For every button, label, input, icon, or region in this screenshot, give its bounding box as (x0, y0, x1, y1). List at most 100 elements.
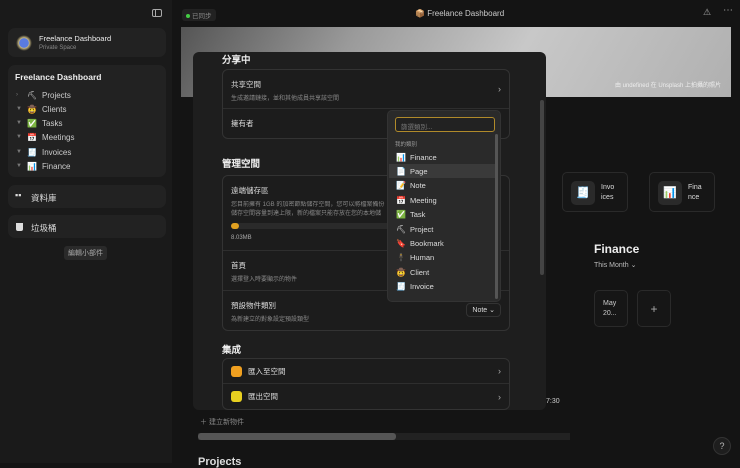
more-menu-icon[interactable]: ⋯ (723, 5, 733, 16)
export-label: 匯出空間 (248, 392, 278, 401)
type-icon: 📄 (396, 166, 406, 176)
new-object-button[interactable]: ＋ 建立新物件 (200, 417, 244, 427)
cowboy-icon: 🤠 (27, 104, 37, 114)
trash-label: 垃圾桶 (31, 223, 57, 233)
modal-scrollbar[interactable] (540, 100, 544, 275)
type-option-task[interactable]: ✅ Task (389, 208, 495, 222)
scrollbar-thumb[interactable] (198, 433, 396, 440)
type-icon: 📝 (396, 181, 406, 191)
finance-title: Finance (594, 242, 640, 256)
type-icon: 📅 (396, 195, 406, 205)
type-option-finance[interactable]: 📊 Finance (389, 150, 495, 164)
projects-section-title: Projects (198, 456, 242, 468)
page-title: 📦 Freelance Dashboard (415, 9, 504, 18)
horizontal-scrollbar[interactable] (198, 433, 570, 440)
sidebar-item-invoices[interactable]: ▼ 🧾 Invoices (16, 147, 71, 157)
cover-credit: 由 undefined 在 Unsplash 上拍攝的照片 (614, 83, 721, 89)
chevron-right-icon: › (498, 366, 501, 376)
widget-finance[interactable]: 📊 Fina nce (649, 172, 715, 212)
workspace-name: Freelance Dashboard (39, 34, 112, 43)
type-option-human[interactable]: 🕴 Human (389, 251, 495, 265)
type-option-note[interactable]: 📝 Note (389, 179, 495, 193)
grid-icon: ▪▪ (15, 190, 22, 200)
dropdown-scrollbar[interactable] (495, 134, 498, 299)
type-dropdown: 篩選類別... 我的類別 📊 Finance 📄 Page 📝 Note 📅 Meeting ✅… (387, 110, 501, 302)
workspace-switcher[interactable]: Freelance Dashboard Private Space (8, 28, 166, 57)
chart-icon: 📊 (27, 161, 37, 171)
sidebar-item-tasks[interactable]: ▼ ✅ Tasks (16, 118, 62, 128)
sync-status[interactable]: 已同步 (182, 9, 216, 21)
library-label: 資料庫 (31, 193, 57, 203)
sidebar-item-label: Invoices (42, 147, 72, 157)
type-icon: ⛏ (395, 224, 407, 234)
sidebar-item-label: Clients (42, 104, 67, 114)
type-label: Project (410, 224, 434, 234)
type-option-bookmark[interactable]: 🔖 Bookmark (389, 236, 495, 250)
export-icon (231, 391, 242, 402)
sidebar-item-label: Projects (42, 90, 71, 100)
type-option-project[interactable]: ⛏ Project (389, 222, 495, 236)
sidebar-item-clients[interactable]: ▼ 🤠 Clients (16, 104, 66, 114)
manage-title: 管理空間 (222, 159, 261, 170)
sidebar-item-label: Tasks (42, 118, 63, 128)
trash-button[interactable]: 垃圾桶 (8, 215, 166, 238)
finance-card[interactable]: May 20... (594, 290, 628, 327)
type-label: Human (410, 253, 435, 263)
sidebar-item-label: Meetings (42, 132, 75, 142)
sidebar-item-projects[interactable]: › ⛏ Projects (16, 90, 71, 100)
sync-dot-icon (186, 14, 190, 18)
type-label: Client (410, 267, 430, 277)
page-title-text: Freelance Dashboard (427, 9, 505, 18)
default-type-select[interactable]: Note ⌄ (466, 303, 501, 317)
graph-icon[interactable]: ⚠ (703, 7, 711, 18)
dropdown-group-label: 我的類別 (395, 142, 418, 148)
type-label: Finance (410, 152, 437, 162)
type-label: Task (410, 210, 426, 220)
receipt-icon: 🧾 (27, 147, 37, 157)
integrations-group: 匯入至空間 › 匯出空間 › (222, 358, 510, 410)
type-label: Meeting (410, 195, 437, 205)
export-row[interactable]: 匯出空間 › (223, 384, 509, 409)
box-icon: 📦 (415, 9, 425, 18)
type-option-client[interactable]: 🤠 Client (389, 265, 495, 279)
import-label: 匯入至空間 (248, 366, 286, 376)
type-label: Page (410, 166, 428, 176)
type-icon: 🧾 (396, 282, 406, 292)
type-option-meeting[interactable]: 📅 Meeting (389, 193, 495, 207)
type-option-page[interactable]: 📄 Page (389, 164, 495, 179)
widget-label: Fina nce (688, 184, 702, 201)
chevron-right-icon: › (498, 84, 501, 94)
sidebar-item-finance[interactable]: ▼ 📊 Finance (16, 161, 70, 171)
import-icon (231, 365, 242, 377)
object-tree: Freelance Dashboard › ⛏ Projects ▼ 🤠 Clients… (8, 65, 166, 177)
integrations-title: 集成 (222, 345, 242, 356)
library-button[interactable]: ▪▪ 資料庫 (8, 185, 166, 208)
type-icon: 🔖 (396, 238, 406, 248)
widget-invoices[interactable]: 🧾 Invo ices (562, 172, 628, 212)
type-icon: 🕴 (396, 253, 406, 263)
trash-icon (16, 223, 23, 231)
edit-widgets-button[interactable]: 編輯小部件 (64, 246, 107, 260)
period-select[interactable]: This Month ⌄ (594, 261, 636, 269)
workspace-icon (16, 35, 32, 51)
workspace-subtitle: Private Space (39, 45, 77, 51)
type-icon: ✅ (396, 210, 406, 220)
sidebar-item-meetings[interactable]: ▼ 📅 Meetings (16, 132, 74, 142)
type-option-invoice[interactable]: 🧾 Invoice (389, 280, 495, 294)
filter-types-input[interactable]: 篩選類別... (395, 117, 495, 132)
shared-space-row[interactable]: 共享空間 生成邀請鏈接，並和其他成員共享該空間 › (223, 70, 509, 109)
type-label: Bookmark (410, 238, 444, 248)
import-row[interactable]: 匯入至空間 › (223, 359, 509, 384)
chart-icon: 📊 (658, 181, 682, 205)
type-label: Note (410, 181, 426, 191)
sidebar-toggle-icon[interactable] (152, 9, 162, 17)
sidebar: Freelance Dashboard Private Space Freela… (0, 0, 172, 463)
widget-label: Invo ices (601, 184, 615, 201)
time-value: 7:30 (546, 398, 560, 405)
calendar-icon: 📅 (27, 132, 37, 142)
hammer-icon: ⛏ (26, 90, 38, 100)
add-finance-button[interactable]: + (637, 290, 671, 327)
help-button[interactable]: ? (713, 437, 731, 455)
sync-status-label: 已同步 (192, 13, 212, 20)
type-icon: 📊 (396, 152, 406, 162)
